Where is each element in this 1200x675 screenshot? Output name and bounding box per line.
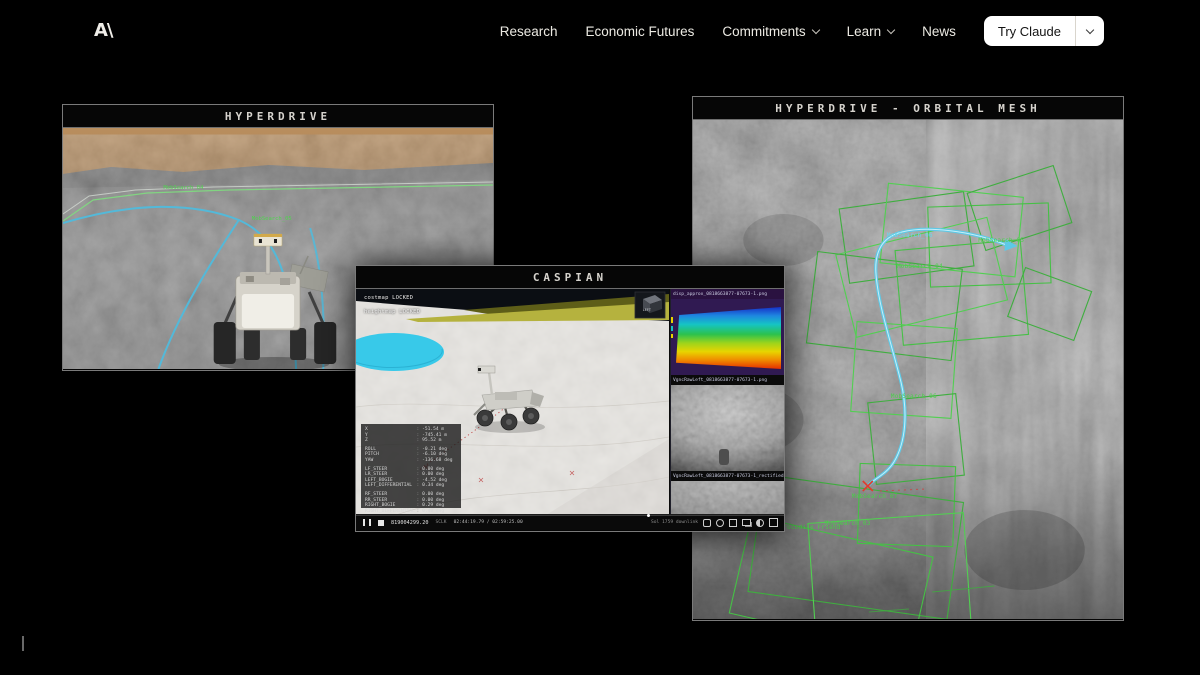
chevron-down-icon bbox=[887, 25, 895, 33]
sclk-value: 819004299.20 bbox=[391, 520, 428, 526]
caspian-3d-view: costmap LOCKED heightmap LOCKED LEFT X-5… bbox=[356, 289, 669, 515]
caspian-panel-title: CASPIAN bbox=[356, 266, 784, 289]
scrubber-handle[interactable] bbox=[647, 514, 650, 517]
sclk-label: SCLK bbox=[435, 520, 446, 525]
raw-image-label: VgncRawLeft_0818663877-07673-1.png bbox=[671, 375, 784, 385]
chevron-down-icon bbox=[811, 25, 819, 33]
playback-time: 02:44:19.79 / 02:59:25.00 bbox=[454, 520, 523, 525]
main-nav: Research Economic Futures Commitments Le… bbox=[500, 0, 1104, 62]
downlink-label: Sol 1759 downlink bbox=[651, 520, 698, 525]
camera-feed-column: disp_approx_0818663877-07673-1.png VgncR… bbox=[670, 289, 784, 515]
playback-bar: 819004299.20 SCLK 02:44:19.79 / 02:59:25… bbox=[356, 514, 784, 530]
telemetry-overlay: X-51.54 m Y-745.41 m Z95.52 m ROLL-0.21 … bbox=[361, 424, 461, 508]
camera-orientation-inset bbox=[635, 292, 665, 318]
message-icon[interactable] bbox=[703, 519, 711, 527]
inset-camera-label: LEFT bbox=[643, 308, 651, 312]
disparity-image-label: disp_approx_0818663877-07673-1.png bbox=[671, 289, 784, 299]
route-label: MobSearch_04 bbox=[163, 185, 204, 191]
waypoint-label: MobSearch_06 bbox=[887, 232, 933, 239]
nav-research[interactable]: Research bbox=[500, 24, 558, 39]
layers-icon[interactable] bbox=[742, 519, 751, 526]
anthropic-logo[interactable]: A\ bbox=[94, 20, 113, 41]
nav-learn-label: Learn bbox=[847, 24, 882, 39]
waypoint-label: MobSearch_05 bbox=[978, 237, 1024, 244]
waypoint-label: MobSearch_04 bbox=[897, 263, 943, 270]
nav-news[interactable]: News bbox=[922, 24, 956, 39]
caspian-body: costmap LOCKED heightmap LOCKED LEFT X-5… bbox=[356, 289, 784, 530]
nav-learn[interactable]: Learn bbox=[847, 24, 895, 39]
page-corner-mark bbox=[22, 636, 24, 651]
page: A\ Research Economic Futures Commitments… bbox=[0, 0, 1200, 675]
nav-economic-futures[interactable]: Economic Futures bbox=[586, 24, 695, 39]
rectified-camera-image bbox=[671, 481, 784, 515]
stop-icon[interactable] bbox=[378, 520, 384, 526]
nav-news-label: News bbox=[922, 24, 956, 39]
waypoint-label: MobSearch_06 bbox=[891, 393, 937, 400]
camera-icon[interactable] bbox=[729, 519, 737, 527]
route-label: MobSearch_05 bbox=[252, 216, 292, 222]
try-claude-button[interactable]: Try Claude bbox=[984, 16, 1104, 46]
waypoint-label: Crocodile_Friend bbox=[779, 524, 840, 531]
costmap-status: costmap LOCKED bbox=[364, 295, 413, 301]
orbital-mesh-panel-title: HYPERDRIVE - ORBITAL MESH bbox=[693, 97, 1123, 120]
caspian-panel: CASPIAN bbox=[355, 265, 785, 532]
hyperdrive-panel-title: HYPERDRIVE bbox=[63, 105, 493, 128]
pause-icon[interactable] bbox=[363, 519, 371, 526]
disparity-image bbox=[671, 299, 784, 375]
edge-pixels bbox=[671, 317, 673, 341]
waypoint-label: MobSearch_07 bbox=[852, 493, 898, 500]
nav-commitments-label: Commitments bbox=[722, 24, 805, 39]
settings-icon[interactable] bbox=[716, 519, 724, 527]
nav-economic-futures-label: Economic Futures bbox=[586, 24, 695, 39]
chevron-down-icon bbox=[1086, 26, 1094, 34]
rectified-image-label: VgncRawLeft_0818663877-07673-1_rectified… bbox=[671, 471, 784, 481]
nav-research-label: Research bbox=[500, 24, 558, 39]
brightness-icon[interactable] bbox=[756, 519, 764, 527]
raw-camera-image bbox=[671, 385, 784, 471]
disparity-heatmap bbox=[676, 307, 781, 369]
nav-commitments[interactable]: Commitments bbox=[722, 24, 818, 39]
try-claude-dropdown[interactable] bbox=[1076, 16, 1104, 46]
rock-feature bbox=[719, 449, 729, 465]
heightmap-status: heightmap LOCKED bbox=[364, 309, 420, 315]
playback-progress[interactable] bbox=[356, 515, 784, 516]
fullscreen-icon[interactable] bbox=[769, 518, 778, 527]
try-claude-label: Try Claude bbox=[984, 16, 1075, 46]
